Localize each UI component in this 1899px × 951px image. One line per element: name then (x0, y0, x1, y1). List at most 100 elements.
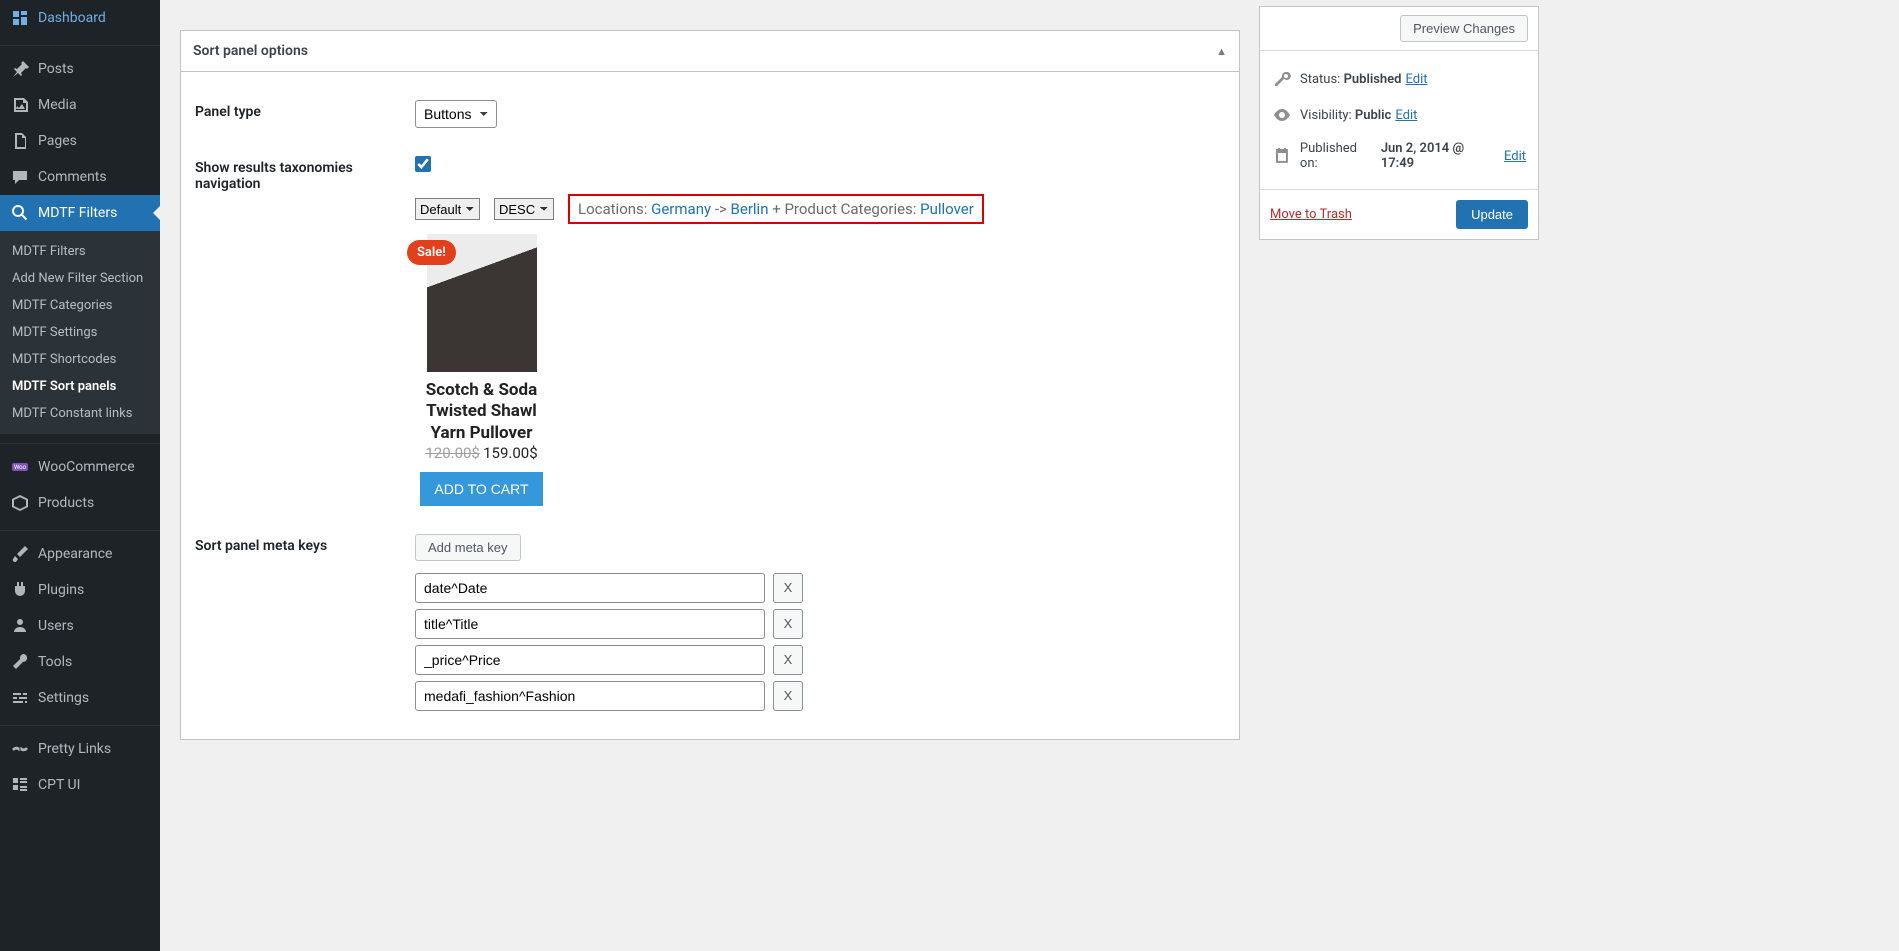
meta-key-row: X (415, 681, 1225, 711)
edit-published-link[interactable]: Edit (1504, 149, 1526, 164)
menu-label: Dashboard (38, 10, 106, 26)
menu-pages[interactable]: Pages (0, 123, 160, 159)
menu-label: Users (38, 618, 74, 634)
menu-label: Pretty Links (38, 741, 111, 757)
menu-label: Settings (38, 690, 89, 706)
published-value: Jun 2, 2014 @ 17:49 (1381, 141, 1500, 171)
brush-icon (10, 544, 30, 564)
submenu-add-new[interactable]: Add New Filter Section (0, 265, 160, 292)
menu-label: CPT UI (38, 777, 80, 793)
meta-key-input[interactable] (415, 681, 765, 711)
menu-woocommerce[interactable]: Woo WooCommerce (0, 449, 160, 485)
add-to-cart-button[interactable]: ADD TO CART (420, 472, 542, 506)
status-label: Status: (1300, 72, 1340, 87)
status-value: Published (1344, 72, 1402, 87)
submenu-categories[interactable]: MDTF Categories (0, 292, 160, 319)
search-icon (10, 203, 30, 223)
panel-header[interactable]: Sort panel options ▲ (181, 31, 1239, 72)
key-icon (1272, 69, 1292, 89)
product-card: Sale! Scotch & Soda Twisted Shawl Yarn P… (415, 234, 548, 506)
breadcrumb-category[interactable]: Pullover (920, 200, 974, 218)
preview-default-select[interactable]: Default (415, 198, 480, 220)
edit-visibility-link[interactable]: Edit (1395, 108, 1417, 123)
menu-label: Comments (38, 169, 107, 185)
breadcrumb-country[interactable]: Germany (651, 200, 711, 218)
meta-key-remove-button[interactable]: X (773, 681, 803, 711)
submenu-sort-panels[interactable]: MDTF Sort panels (0, 373, 160, 400)
calendar-icon (1272, 146, 1292, 166)
menu-cpt-ui[interactable]: CPT UI (0, 767, 160, 803)
wrench-icon (10, 652, 30, 672)
meta-key-input[interactable] (415, 609, 765, 639)
meta-key-remove-button[interactable]: X (773, 573, 803, 603)
submenu-shortcodes[interactable]: MDTF Shortcodes (0, 346, 160, 373)
menu-dashboard[interactable]: Dashboard (0, 0, 160, 36)
plug-icon (10, 580, 30, 600)
menu-label: Appearance (38, 546, 112, 562)
menu-plugins[interactable]: Plugins (0, 572, 160, 608)
menu-media[interactable]: Media (0, 87, 160, 123)
collapse-icon: ▲ (1216, 45, 1227, 58)
panel-type-select[interactable]: Buttons (415, 100, 497, 128)
comments-icon (10, 167, 30, 187)
products-icon (10, 493, 30, 513)
menu-mdtf-filters[interactable]: MDTF Filters (0, 195, 160, 231)
meta-key-input[interactable] (415, 645, 765, 675)
menu-label: Products (38, 495, 94, 511)
grid-icon (10, 775, 30, 795)
menu-tools[interactable]: Tools (0, 644, 160, 680)
add-meta-key-button[interactable]: Add meta key (415, 534, 521, 561)
submenu-filters[interactable]: MDTF Filters (0, 238, 160, 265)
menu-label: Tools (38, 654, 72, 670)
sliders-icon (10, 688, 30, 708)
menu-pretty-links[interactable]: Pretty Links (0, 731, 160, 767)
preview-changes-button[interactable]: Preview Changes (1400, 15, 1528, 42)
update-button[interactable]: Update (1456, 200, 1528, 229)
mdtf-submenu: MDTF Filters Add New Filter Section MDTF… (0, 231, 160, 434)
move-to-trash-link[interactable]: Move to Trash (1270, 207, 1352, 222)
menu-settings[interactable]: Settings (0, 680, 160, 716)
visibility-value: Public (1355, 108, 1391, 123)
submenu-settings[interactable]: MDTF Settings (0, 319, 160, 346)
main-content: Sort panel options ▲ Panel type Buttons … (160, 0, 1899, 951)
show-taxonomies-checkbox[interactable] (415, 156, 431, 172)
menu-users[interactable]: Users (0, 608, 160, 644)
menu-comments[interactable]: Comments (0, 159, 160, 195)
edit-status-link[interactable]: Edit (1405, 72, 1427, 87)
user-icon (10, 616, 30, 636)
panel-title: Sort panel options (193, 43, 308, 59)
menu-label: Media (38, 97, 77, 113)
meta-key-input[interactable] (415, 573, 765, 603)
published-label: Published on: (1300, 141, 1378, 171)
meta-key-remove-button[interactable]: X (773, 609, 803, 639)
menu-posts[interactable]: Posts (0, 51, 160, 87)
preview-order-select[interactable]: DESC (494, 198, 554, 220)
dashboard-icon (10, 8, 30, 28)
woocommerce-icon: Woo (10, 457, 30, 477)
product-new-price: 159.00$ (483, 444, 538, 462)
visibility-label: Visibility: (1300, 108, 1352, 123)
sale-badge: Sale! (407, 240, 456, 265)
breadcrumb-city[interactable]: Berlin (731, 200, 769, 218)
sort-panel-options: Sort panel options ▲ Panel type Buttons … (180, 30, 1240, 740)
product-old-price: 120.00$ (425, 444, 480, 462)
menu-label: WooCommerce (38, 459, 135, 475)
menu-label: MDTF Filters (38, 205, 117, 221)
admin-sidebar: Dashboard Posts Media Pages Comments MDT… (0, 0, 160, 951)
publish-metabox: Preview Changes Status: Published Edit V… (1259, 6, 1539, 240)
pin-icon (10, 59, 30, 79)
menu-label: Pages (38, 133, 77, 149)
product-title: Scotch & Soda Twisted Shawl Yarn Pullove… (415, 380, 548, 444)
meta-key-remove-button[interactable]: X (773, 645, 803, 675)
panel-type-label: Panel type (195, 100, 415, 120)
menu-appearance[interactable]: Appearance (0, 536, 160, 572)
meta-key-row: X (415, 609, 1225, 639)
meta-key-row: X (415, 573, 1225, 603)
submenu-constant-links[interactable]: MDTF Constant links (0, 400, 160, 427)
meta-key-row: X (415, 645, 1225, 675)
menu-products[interactable]: Products (0, 485, 160, 521)
menu-label: Posts (38, 61, 74, 77)
meta-keys-label: Sort panel meta keys (195, 534, 415, 554)
pages-icon (10, 131, 30, 151)
menu-label: Plugins (38, 582, 84, 598)
